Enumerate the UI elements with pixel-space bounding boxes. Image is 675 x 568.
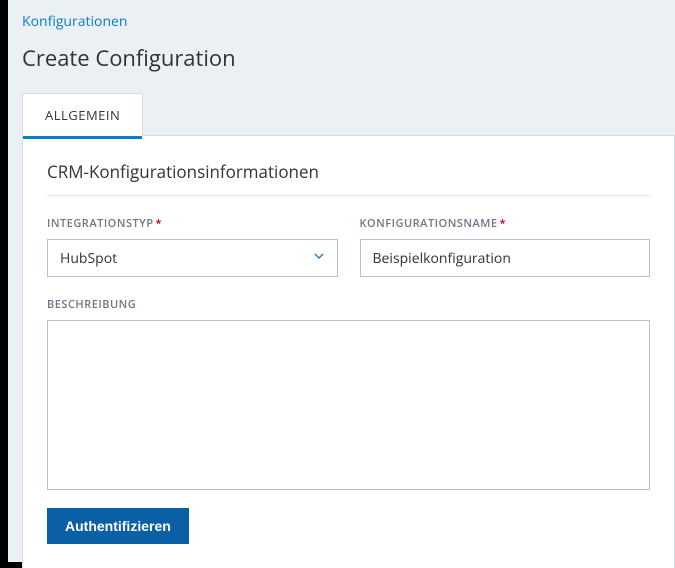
config-name-field: KONFIGURATIONSNAME* xyxy=(360,216,651,277)
required-marker: * xyxy=(500,216,507,231)
integration-type-label: INTEGRATIONSTYP* xyxy=(47,216,338,231)
config-name-input[interactable] xyxy=(360,239,651,277)
integration-type-select[interactable]: HubSpot xyxy=(47,239,338,277)
form-row-top: INTEGRATIONSTYP* HubSpot KONFIGURATIONSN… xyxy=(47,216,650,277)
integration-type-field: INTEGRATIONSTYP* HubSpot xyxy=(47,216,338,277)
tabs-underline xyxy=(143,135,675,136)
tabs-row: ALLGEMEIN xyxy=(8,93,675,136)
config-name-label-text: KONFIGURATIONSNAME xyxy=(360,216,498,231)
description-field: BESCHREIBUNG xyxy=(47,297,650,490)
description-label: BESCHREIBUNG xyxy=(47,297,650,312)
chevron-down-icon xyxy=(311,247,327,269)
breadcrumb-configurations-link[interactable]: Konfigurationen xyxy=(8,0,142,37)
tab-general[interactable]: ALLGEMEIN xyxy=(22,93,143,136)
integration-type-value: HubSpot xyxy=(60,249,117,268)
authenticate-button[interactable]: Authentifizieren xyxy=(47,508,189,544)
content-panel: CRM-Konfigurationsinformationen INTEGRAT… xyxy=(22,136,675,568)
page-title: Create Configuration xyxy=(8,37,675,93)
section-heading-crm-info: CRM-Konfigurationsinformationen xyxy=(47,160,650,196)
page-container: Konfigurationen Create Configuration ALL… xyxy=(8,0,675,562)
integration-type-label-text: INTEGRATIONSTYP xyxy=(47,216,153,231)
config-name-label: KONFIGURATIONSNAME* xyxy=(360,216,651,231)
description-textarea[interactable] xyxy=(47,320,650,490)
required-marker: * xyxy=(155,216,162,231)
